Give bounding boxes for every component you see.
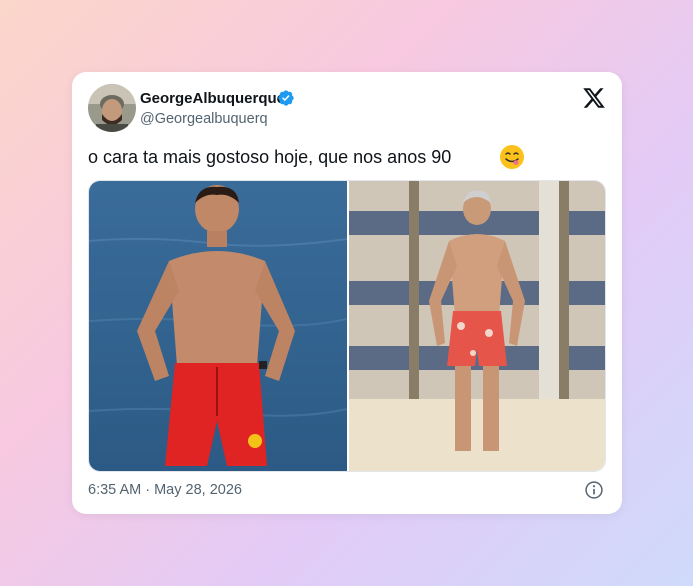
tweet-media[interactable] bbox=[88, 180, 606, 472]
tweet-card: GeorgeAlbuquerque @Georgealbuquerq o car… bbox=[72, 72, 622, 514]
photo-left[interactable] bbox=[89, 181, 348, 471]
photo-right[interactable] bbox=[349, 181, 605, 471]
x-logo-icon[interactable] bbox=[582, 86, 606, 110]
face-savoring-food-emoji-icon bbox=[500, 145, 524, 169]
user-handle[interactable]: @Georgealbuquerq bbox=[140, 111, 268, 127]
tweet-timestamp[interactable]: 6:35 AM · May 28, 2026 bbox=[88, 482, 242, 498]
info-icon[interactable] bbox=[584, 480, 604, 500]
verified-badge-icon bbox=[278, 90, 294, 106]
tweet-text: o cara ta mais gostoso hoje, que nos ano… bbox=[88, 147, 452, 167]
display-name[interactable]: GeorgeAlbuquerque bbox=[140, 90, 285, 107]
avatar[interactable] bbox=[88, 84, 136, 132]
